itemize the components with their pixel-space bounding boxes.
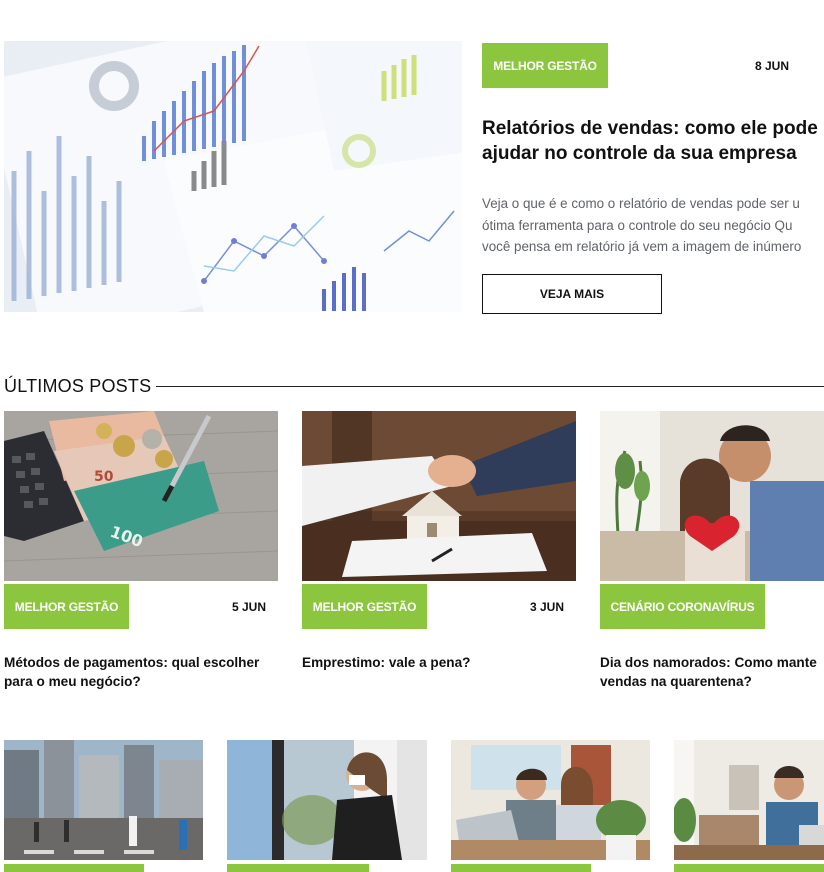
post-category-bar [4,864,144,872]
post-category-bar [227,864,369,872]
section-divider [156,386,824,387]
featured-title[interactable]: Relatórios de vendas: como ele pode ajud… [482,116,824,166]
featured-excerpt: Veja o que é e como o relatório de venda… [482,196,802,254]
post-thumbnail-couple-laptop[interactable] [451,740,650,860]
post-title[interactable]: Métodos de pagamentos: qual escolher par… [4,654,294,691]
post-thumbnail-woman-mask[interactable] [227,740,427,860]
post-category-tag[interactable]: CENÁRIO CORONAVÍRUS [600,584,765,629]
post-date: 3 JUN [530,600,565,614]
post-thumbnail-man-video[interactable] [674,740,824,860]
post-category-tag[interactable]: MELHOR GESTÃO [4,584,129,629]
post-category-tag[interactable]: MELHOR GESTÃO [302,584,427,629]
post-category-bar [674,864,824,872]
svg-text:50: 50 [94,469,114,485]
featured-date: 8 JUN [755,59,790,73]
post-thumbnail-city[interactable] [4,740,203,860]
featured-category-tag[interactable]: MELHOR GESTÃO [482,43,608,88]
post-title[interactable]: Emprestimo: vale a pena? [302,654,592,673]
post-thumbnail-handshake[interactable] [302,411,576,581]
post-thumbnail-couple[interactable] [600,411,824,581]
post-title[interactable]: Dia dos namorados: Como mante vendas na … [600,654,824,691]
post-date: 5 JUN [232,600,267,614]
post-category-bar [451,864,591,872]
post-thumbnail-money[interactable]: 50 100 [4,411,278,581]
read-more-button[interactable]: VEJA MAIS [482,274,662,314]
section-title: ÚLTIMOS POSTS [4,376,152,396]
featured-image[interactable] [4,41,462,312]
